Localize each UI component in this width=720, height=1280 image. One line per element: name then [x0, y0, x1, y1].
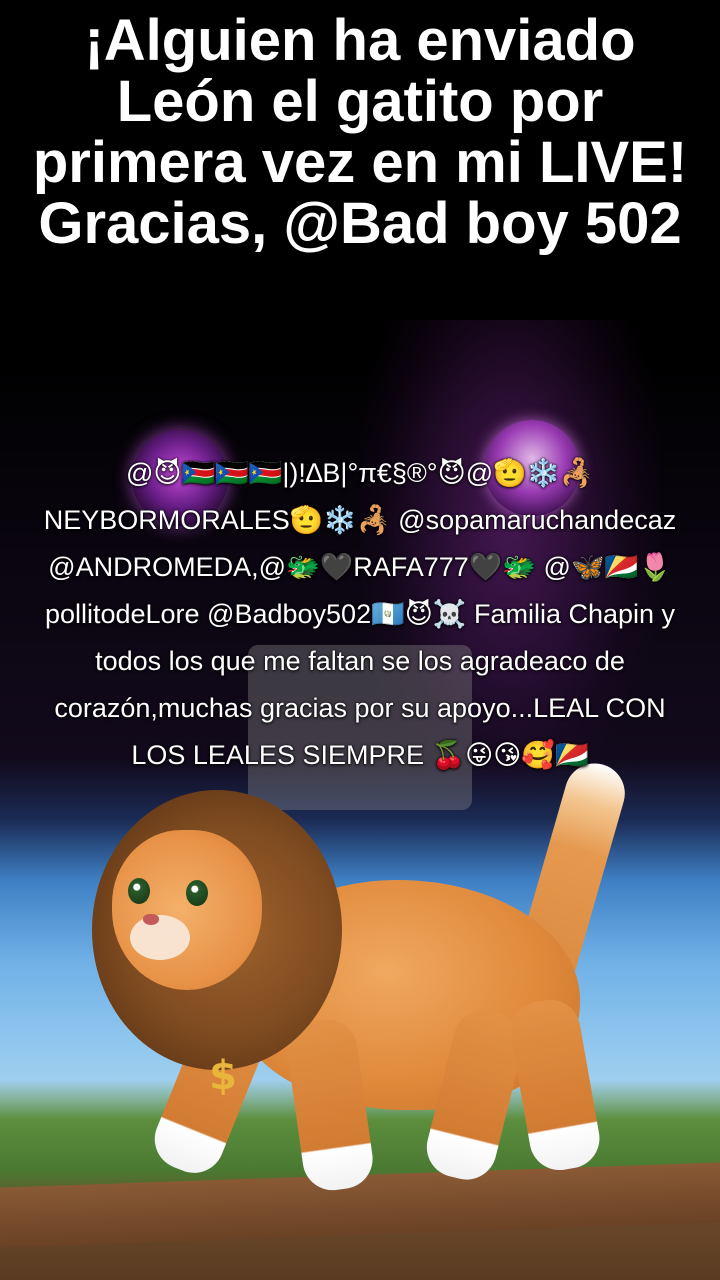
cat-nose: [143, 914, 159, 925]
thanks-caption: @😈🇸🇸🇸🇸🇸🇸|)!∆B|°π€§®°😈@🫡❄️🦂 NEYBORMORALES…: [43, 458, 677, 770]
gift-announcement-title: ¡Alguien ha enviado León el gatito por p…: [32, 8, 688, 256]
cat-muzzle: [130, 915, 190, 960]
cat-eye: [186, 880, 208, 906]
cat-face: [112, 830, 262, 990]
cat-eye: [128, 878, 150, 904]
tiktok-pendant-icon: $: [209, 1053, 237, 1099]
live-gift-screen: $ ¡Alguien ha enviado León el gatito por…: [0, 0, 720, 1280]
